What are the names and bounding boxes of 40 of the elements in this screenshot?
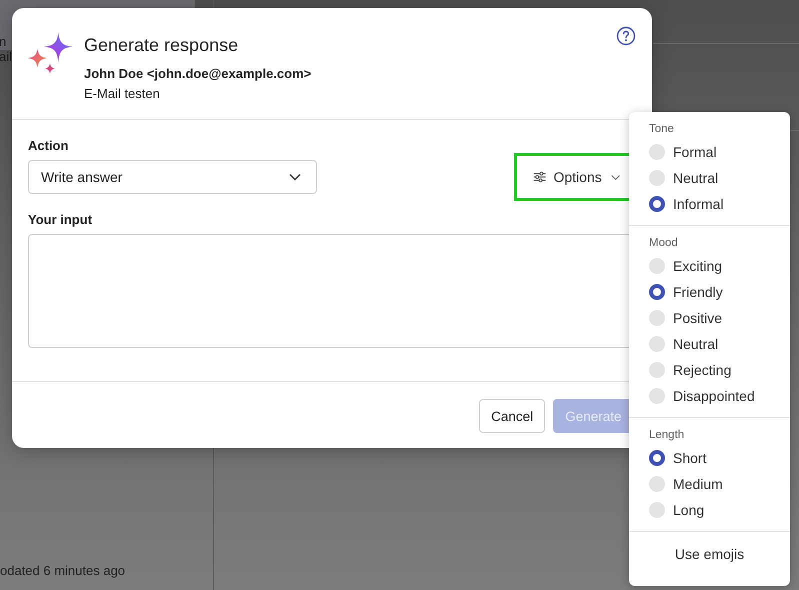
radio-button[interactable] [649, 284, 665, 300]
action-dropdown[interactable]: Write answer [28, 160, 317, 194]
radio-button[interactable] [649, 476, 665, 492]
radio-button[interactable] [649, 310, 665, 326]
option-label[interactable]: Neutral [673, 170, 718, 186]
group-title: Tone [649, 122, 675, 136]
option-label[interactable]: Neutral [673, 336, 718, 352]
radio-button[interactable] [649, 362, 665, 378]
radio-button[interactable] [649, 502, 665, 518]
radio-button[interactable] [649, 258, 665, 274]
option-label[interactable]: Friendly [673, 284, 723, 300]
radio-button[interactable] [649, 144, 665, 160]
dialog-title: Generate response [84, 34, 240, 57]
chevron-down-icon [610, 174, 620, 180]
chevron-down-icon [289, 173, 301, 181]
option-label[interactable]: Short [673, 450, 706, 466]
cancel-button[interactable]: Cancel [479, 399, 546, 433]
field-label: Your input [28, 212, 94, 228]
emoji-option[interactable]: Use emojis [674, 546, 744, 562]
radio-button[interactable] [649, 336, 665, 352]
option-label[interactable]: Exciting [673, 258, 722, 274]
group-title: Mood [649, 236, 679, 250]
radio-button[interactable] [649, 388, 665, 404]
field-label: Action [28, 138, 70, 154]
option-label[interactable]: Positive [673, 310, 722, 326]
subject-text: E-Mail testen [84, 85, 161, 103]
group-title: Length [649, 428, 686, 442]
option-label[interactable]: Formal [673, 144, 717, 160]
radio-button[interactable] [649, 450, 665, 466]
option-label[interactable]: Medium [673, 476, 723, 492]
option-label[interactable]: Informal [673, 196, 724, 212]
sliders-icon [533, 169, 546, 185]
status-text: odated 6 minutes ago [0, 563, 126, 578]
help-icon[interactable] [616, 26, 636, 46]
radio-button[interactable] [649, 196, 665, 212]
option-label[interactable]: Rejecting [673, 362, 732, 378]
option-label[interactable]: Disappointed [673, 388, 755, 404]
radio-button[interactable] [649, 170, 665, 186]
option-label[interactable]: Long [673, 502, 704, 518]
sender-text: John Doe <john.doe@example.com> [84, 65, 312, 83]
